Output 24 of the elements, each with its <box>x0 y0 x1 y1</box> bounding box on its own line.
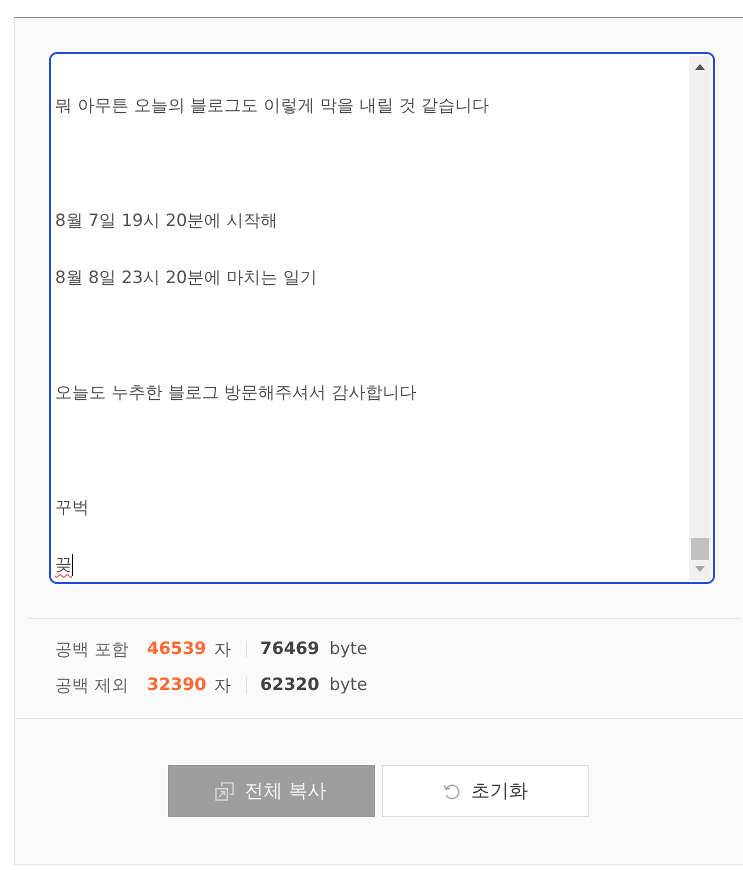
text-line: 8월 8일 23시 20분에 마치는 일기 <box>55 267 317 290</box>
scroll-down-icon[interactable] <box>695 566 705 572</box>
char-unit: 자 <box>214 638 232 660</box>
stat-label: 공백 제외 <box>55 674 130 696</box>
byte-count: 62320 <box>260 675 320 695</box>
text-line: 꾸벅 <box>55 496 89 519</box>
text-line: 8월 7일 19시 20분에 시작해 <box>55 210 278 232</box>
byte-unit: byte <box>329 639 368 659</box>
copy-icon <box>215 782 234 800</box>
text-line: 뭐 아무튼 오늘의 블로그도 이렇게 막을 내릴 것 같습니다 <box>55 95 490 118</box>
byte-count: 76469 <box>260 639 320 659</box>
char-unit: 자 <box>214 674 232 696</box>
text-line: 오늘도 누추한 블로그 방문해주셔서 감사합니다 <box>55 382 417 404</box>
byte-unit: byte <box>329 675 368 695</box>
scrollbar-thumb[interactable] <box>691 538 709 560</box>
rotate-icon <box>442 782 461 800</box>
char-count: 46539 <box>147 639 206 659</box>
scrollbar-track[interactable] <box>689 56 711 580</box>
scroll-up-icon[interactable] <box>695 64 705 70</box>
char-count: 32390 <box>147 675 206 695</box>
reset-button[interactable]: 초기화 <box>382 765 588 817</box>
text-line: 끚 <box>55 554 72 576</box>
text-area[interactable]: 뭐 아무튼 오늘의 블로그도 이렇게 막을 내릴 것 같습니다 8월 7일 19시 20분에 시작해 8월 8일 23시 20분에 마치는 일기 오늘도 누추한 블로그 방문해주셔서 감사합니다 꾸벅 끚 <box>49 52 715 584</box>
stat-label: 공백 포함 <box>55 638 130 660</box>
